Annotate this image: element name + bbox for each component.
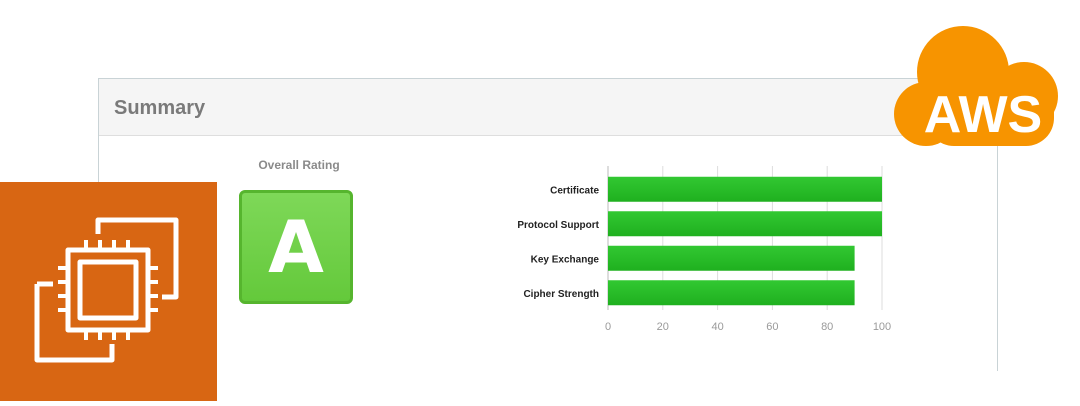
bar (608, 245, 855, 271)
rating-bar-chart: Certificate Protocol Support Key Exchange C… (517, 166, 891, 333)
category-label: Certificate (550, 185, 599, 196)
category-label: Key Exchange (531, 254, 600, 265)
category-label: Protocol Support (517, 220, 599, 231)
category-label: Cipher Strength (523, 289, 599, 300)
x-tick-label: 20 (657, 321, 669, 333)
chart-category-labels: Certificate Protocol Support Key Exchange C… (517, 185, 599, 300)
bar (608, 176, 882, 202)
grade-letter: A (268, 205, 324, 289)
overall-rating-label: Overall Rating (258, 158, 340, 172)
chart-tick-labels: 0 20 40 60 80 100 (605, 321, 891, 333)
chip-icon (34, 217, 179, 363)
x-tick-label: 40 (711, 321, 723, 333)
bar (608, 211, 882, 237)
bar (608, 280, 855, 306)
summary-header: Summary (99, 79, 997, 136)
grade-badge: A (239, 190, 353, 304)
x-tick-label: 60 (766, 321, 778, 333)
x-tick-label: 100 (873, 321, 891, 333)
summary-title: Summary (114, 97, 206, 119)
ec2-instances-icon (0, 182, 217, 401)
aws-cloud-logo: AWS (894, 26, 1058, 146)
chart-bars (608, 176, 882, 306)
x-tick-label: 0 (605, 321, 611, 333)
x-tick-label: 80 (821, 321, 833, 333)
aws-logo-text: AWS (924, 86, 1042, 144)
